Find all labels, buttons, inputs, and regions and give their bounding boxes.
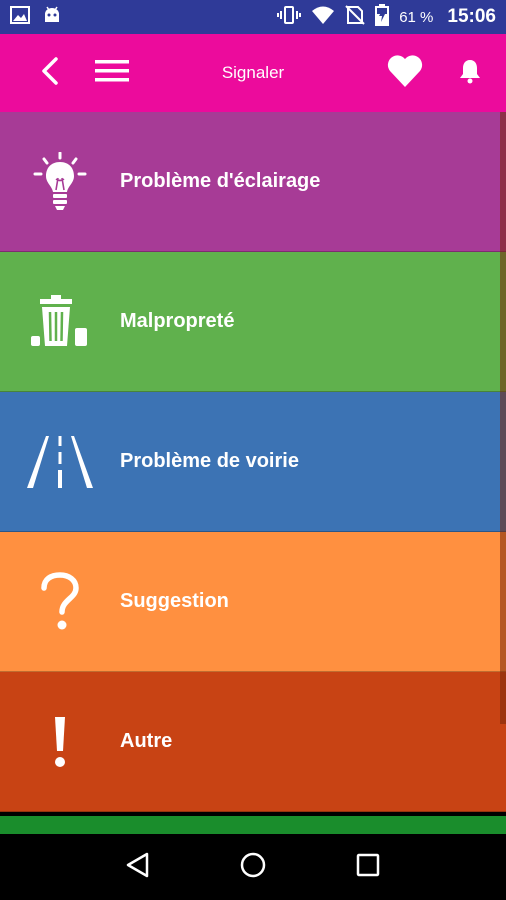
lightbulb-icon: [0, 112, 120, 252]
recents-square-icon: [356, 853, 380, 882]
category-label: Malpropreté: [120, 310, 235, 332]
clock: 15:06: [447, 6, 496, 27]
category-label: Problème de voirie: [120, 450, 299, 472]
category-other[interactable]: Autre: [0, 672, 506, 812]
heart-icon: [386, 54, 424, 93]
category-cleanliness[interactable]: Malpropreté: [0, 252, 506, 392]
category-lighting[interactable]: Problème d'éclairage: [0, 112, 506, 252]
back-triangle-icon: [125, 852, 151, 883]
battery-percent: 61 %: [399, 8, 434, 26]
status-bar: 61 % 15:06: [0, 0, 506, 34]
vibrate-icon: [277, 5, 302, 29]
image-icon: [10, 5, 30, 29]
no-sim-icon: [345, 5, 365, 29]
exclamation-icon: [0, 672, 120, 812]
back-arrow-icon: [38, 56, 62, 91]
trash-can-icon: [0, 252, 120, 392]
next-category-peek: [0, 816, 506, 834]
scrollbar[interactable]: [500, 112, 506, 724]
road-icon: [0, 392, 120, 532]
page-title: Signaler: [221, 63, 285, 82]
nav-recents-button[interactable]: [343, 842, 393, 892]
menu-button[interactable]: [90, 34, 134, 112]
bell-icon: [459, 58, 481, 89]
navigation-bar: [0, 834, 506, 900]
category-label: Suggestion: [120, 590, 229, 612]
battery-charging-icon: [375, 4, 390, 30]
android-icon: [42, 6, 62, 29]
nav-back-button[interactable]: [113, 842, 163, 892]
home-circle-icon: [239, 851, 267, 884]
notifications-button[interactable]: [452, 34, 488, 112]
category-list: Problème d'éclairage Malpropreté Problèm…: [0, 112, 506, 812]
category-suggestion[interactable]: Suggestion: [0, 532, 506, 672]
app-bar: Signaler: [0, 34, 506, 112]
category-label: Problème d'éclairage: [120, 170, 321, 192]
wifi-icon: [311, 5, 335, 29]
favorites-button[interactable]: [382, 34, 428, 112]
nav-home-button[interactable]: [228, 842, 278, 892]
category-roadway[interactable]: Problème de voirie: [0, 392, 506, 532]
question-mark-icon: [0, 532, 120, 672]
back-button[interactable]: [28, 34, 72, 112]
menu-icon: [95, 58, 129, 89]
category-label: Autre: [120, 730, 173, 752]
